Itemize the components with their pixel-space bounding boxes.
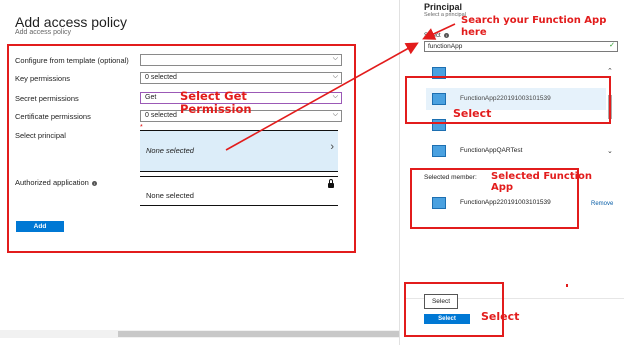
blade-title: Add access policy: [15, 14, 128, 30]
annotation-search: Search your Function App here: [461, 15, 607, 38]
annotation-select-list: Select: [453, 107, 492, 120]
remove-link[interactable]: Remove: [591, 201, 613, 207]
scrollbar-thumb[interactable]: [118, 331, 400, 337]
chevron-down-icon[interactable]: ⌄: [607, 147, 613, 155]
annotation-selected: Selected Function App: [491, 171, 593, 193]
principal-subtitle: Select a principal: [424, 12, 466, 18]
blade-divider: [399, 0, 400, 345]
principal-title: Principal: [424, 2, 463, 12]
horizontal-scrollbar[interactable]: [0, 330, 400, 338]
principal-search-input[interactable]: functionApp ✓: [424, 41, 618, 52]
annotation-box-form: [7, 44, 356, 253]
select-label-text: Select: [424, 33, 441, 40]
annotation-box-list: [405, 76, 611, 124]
annotation-dot: [566, 284, 568, 287]
annotation-select-get: Select Get Permission: [180, 89, 252, 116]
select-label: Select i: [424, 33, 449, 39]
list-item[interactable]: FunctionAppQARTest: [426, 140, 606, 162]
search-value: functionApp: [428, 43, 463, 50]
check-icon: ✓: [609, 42, 615, 49]
app-icon: [432, 145, 446, 157]
blade-subtitle: Add access policy: [15, 29, 72, 36]
annotation-select-bottom: Select: [481, 310, 520, 323]
chevron-up-icon[interactable]: ⌃: [607, 67, 613, 75]
info-icon: i: [443, 33, 449, 38]
list-item-label: FunctionAppQARTest: [460, 147, 523, 154]
